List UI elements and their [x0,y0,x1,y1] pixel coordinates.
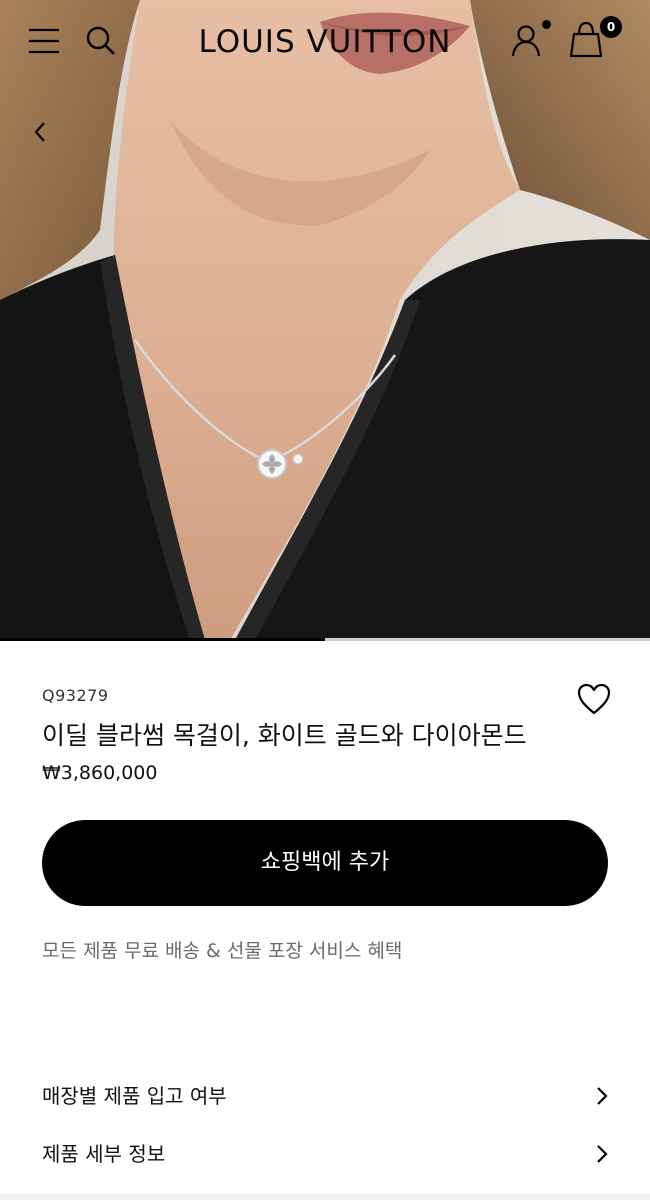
chevron-right-icon [592,1142,612,1166]
menu-icon[interactable] [28,28,60,54]
chevron-right-icon [592,1084,612,1108]
hero-illustration [0,0,650,640]
gallery-progress-bar [0,638,650,641]
product-title: 이딜 블라썸 목걸이, 화이트 골드와 다이아몬드 [42,721,527,750]
top-header: LOUIS VUITTON 0 [0,0,650,84]
product-price: ₩3,860,000 [42,762,158,784]
bottom-divider [0,1194,650,1200]
product-sku: Q93279 [42,686,109,705]
heart-icon[interactable] [576,682,612,716]
product-details-row[interactable]: 제품 세부 정보 [42,1134,612,1174]
product-hero-image[interactable] [0,0,650,640]
gallery-progress-fill [0,638,325,641]
store-availability-row[interactable]: 매장별 제품 입고 여부 [42,1076,612,1116]
add-to-bag-button[interactable]: 쇼핑백에 추가 [42,820,608,906]
cart-count-badge: 0 [600,16,622,38]
chevron-left-icon[interactable] [28,116,54,148]
search-icon[interactable] [86,26,116,56]
notification-dot [542,20,551,29]
product-details-label: 제품 세부 정보 [42,1142,166,1166]
store-availability-label: 매장별 제품 입고 여부 [42,1084,227,1108]
shipping-benefit-text: 모든 제품 무료 배송 & 선물 포장 서비스 혜택 [42,940,403,962]
account-icon[interactable] [510,22,546,58]
brand-logo[interactable]: LOUIS VUITTON [140,22,510,62]
